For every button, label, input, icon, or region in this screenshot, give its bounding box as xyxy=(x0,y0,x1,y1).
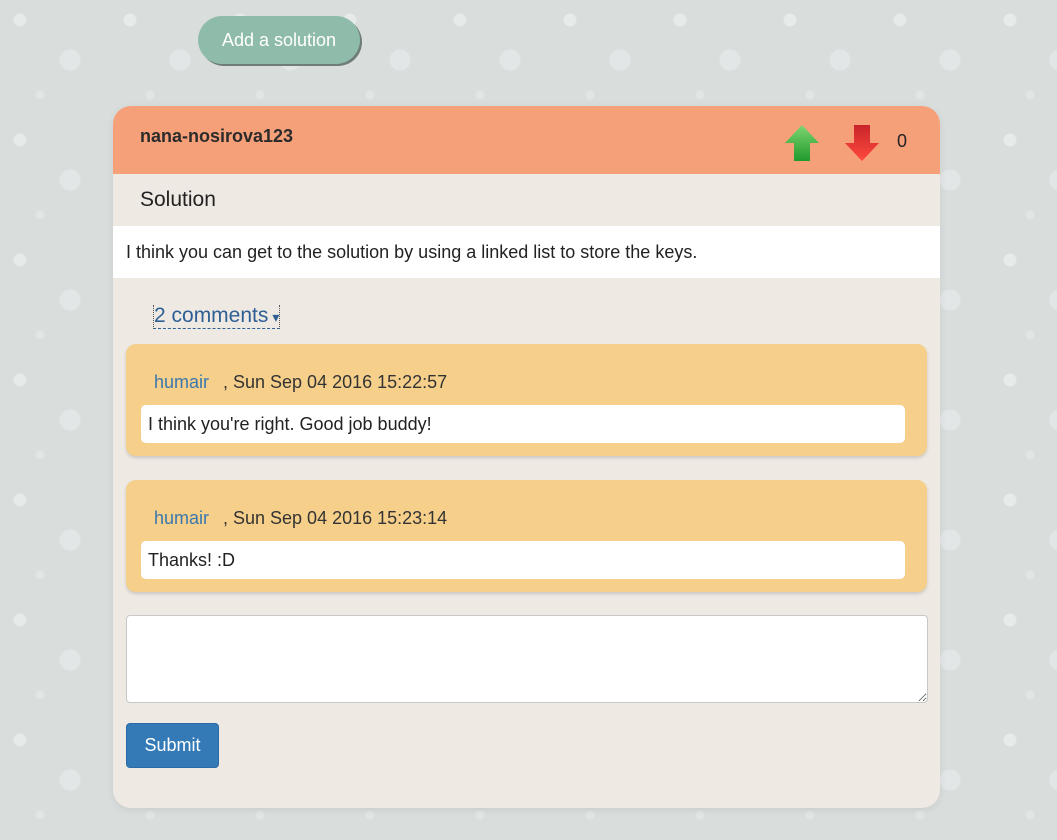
comment-item: humair , Sun Sep 04 2016 15:23:14 Thanks… xyxy=(126,480,927,592)
comment-date: , Sun Sep 04 2016 15:23:14 xyxy=(223,508,448,528)
arrow-down-icon xyxy=(845,125,879,161)
arrow-up-icon xyxy=(785,125,819,161)
comment-textarea[interactable] xyxy=(126,615,928,703)
solution-author: nana-nosirova123 xyxy=(140,126,294,146)
vote-count: 0 xyxy=(897,131,908,151)
comment-author-link[interactable]: humair xyxy=(154,508,209,529)
upvote-button[interactable] xyxy=(783,123,821,163)
comments-count-label: 2 comments xyxy=(154,304,269,327)
section-title: Solution xyxy=(140,188,216,211)
caret-down-icon: ▾ xyxy=(272,309,280,325)
solution-text: I think you can get to the solution by u… xyxy=(113,226,940,278)
solution-card: nana-nosirova123 0 Solution I think you … xyxy=(113,106,940,808)
comment-item: humair , Sun Sep 04 2016 15:22:57 I thin… xyxy=(126,344,927,456)
comments-toggle[interactable]: 2 comments ▾ xyxy=(153,304,281,329)
comment-text: Thanks! :D xyxy=(141,541,905,579)
solution-header: nana-nosirova123 0 xyxy=(113,106,940,174)
comment-date: , Sun Sep 04 2016 15:22:57 xyxy=(223,372,448,392)
comment-text: I think you're right. Good job buddy! xyxy=(141,405,905,443)
submit-button[interactable]: Submit xyxy=(126,723,219,768)
comment-author-link[interactable]: humair xyxy=(154,372,209,393)
downvote-button[interactable] xyxy=(843,123,881,163)
add-solution-button[interactable]: Add a solution xyxy=(198,16,360,64)
